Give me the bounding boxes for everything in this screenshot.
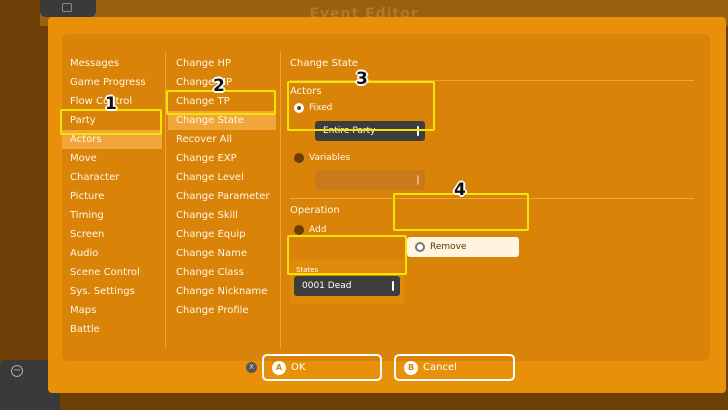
a-button-icon: A xyxy=(272,360,286,375)
command-item-change-level[interactable]: Change Level xyxy=(168,168,276,187)
radio-unselected-icon xyxy=(294,153,304,163)
command-item-change-profile[interactable]: Change Profile xyxy=(168,301,276,320)
command-item-change-parameter[interactable]: Change Parameter xyxy=(168,187,276,206)
category-item-timing[interactable]: Timing xyxy=(62,206,162,225)
remove-radio[interactable]: Remove xyxy=(407,237,519,257)
radio-unselected-icon xyxy=(294,225,304,235)
ok-button-label: OK xyxy=(291,362,306,373)
column-divider xyxy=(280,52,281,349)
annotation-number-1: 1 xyxy=(105,94,117,114)
category-item-game-progress[interactable]: Game Progress xyxy=(62,73,162,92)
command-item-change-equip[interactable]: Change Equip xyxy=(168,225,276,244)
event-command-dialog: Messages Game Progress Flow Control Part… xyxy=(48,17,726,393)
add-radio-label: Add xyxy=(309,225,327,235)
category-item-character[interactable]: Character xyxy=(62,168,162,187)
category-item-picture[interactable]: Picture xyxy=(62,187,162,206)
category-item-audio[interactable]: Audio xyxy=(62,244,162,263)
category-item-maps[interactable]: Maps xyxy=(62,301,162,320)
category-item-move[interactable]: Move xyxy=(62,149,162,168)
b-button-icon: B xyxy=(404,360,418,375)
command-item-change-name[interactable]: Change Name xyxy=(168,244,276,263)
category-item-scene-control[interactable]: Scene Control xyxy=(62,263,162,282)
operation-section-label: Operation xyxy=(290,205,340,216)
command-item-change-nickname[interactable]: Change Nickname xyxy=(168,282,276,301)
variables-radio[interactable]: Variables xyxy=(294,153,350,163)
annotation-number-3: 3 xyxy=(356,69,368,89)
x-button-icon: X xyxy=(246,362,257,373)
dropdown-handle-icon xyxy=(392,281,394,291)
add-radio[interactable]: Add xyxy=(294,225,326,235)
minus-icon: − xyxy=(11,365,23,377)
radio-selected-icon xyxy=(415,242,425,252)
annotation-highlight-states xyxy=(287,235,407,275)
cancel-button[interactable]: B Cancel xyxy=(394,354,515,381)
remove-radio-label: Remove xyxy=(430,242,467,252)
states-value: 0001 Dead xyxy=(302,281,352,291)
details-title: Change State xyxy=(290,58,358,69)
annotation-number-4: 4 xyxy=(454,180,466,200)
command-item-change-hp[interactable]: Change HP xyxy=(168,54,276,73)
annotation-number-2: 2 xyxy=(213,76,225,96)
command-item-recover-all[interactable]: Recover All xyxy=(168,130,276,149)
category-item-battle[interactable]: Battle xyxy=(62,320,162,339)
variables-dropdown[interactable] xyxy=(315,170,425,190)
ok-button[interactable]: A OK xyxy=(262,354,382,381)
command-item-change-skill[interactable]: Change Skill xyxy=(168,206,276,225)
states-dropdown[interactable]: 0001 Dead xyxy=(294,276,400,296)
category-item-sys-settings[interactable]: Sys. Settings xyxy=(62,282,162,301)
cancel-button-label: Cancel xyxy=(423,362,457,373)
category-item-messages[interactable]: Messages xyxy=(62,54,162,73)
command-item-change-exp[interactable]: Change EXP xyxy=(168,149,276,168)
category-item-screen[interactable]: Screen xyxy=(62,225,162,244)
command-item-change-class[interactable]: Change Class xyxy=(168,263,276,282)
variables-radio-label: Variables xyxy=(309,153,351,163)
dropdown-handle-icon xyxy=(417,175,419,185)
